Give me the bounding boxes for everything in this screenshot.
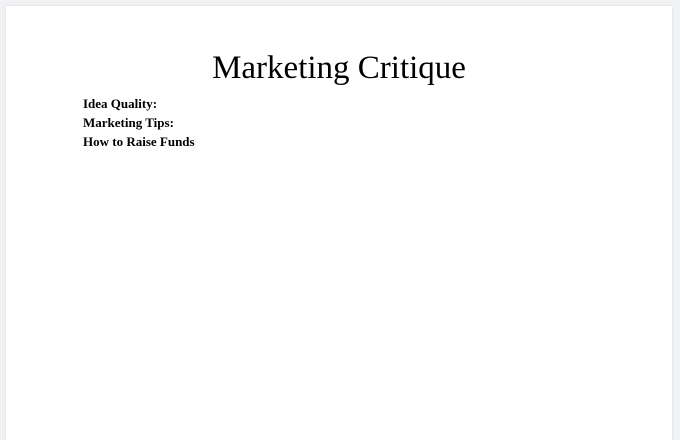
field-list: Idea Quality: Marketing Tips: How to Rai… (83, 94, 195, 151)
field-marketing-tips: Marketing Tips: (83, 115, 174, 130)
field-idea-quality: Idea Quality: (83, 96, 158, 111)
field-how-to-raise-funds: How to Raise Funds (83, 134, 195, 149)
document-page: Marketing Critique Idea Quality: Marketi… (6, 6, 672, 440)
document-title: Marketing Critique (212, 50, 466, 86)
